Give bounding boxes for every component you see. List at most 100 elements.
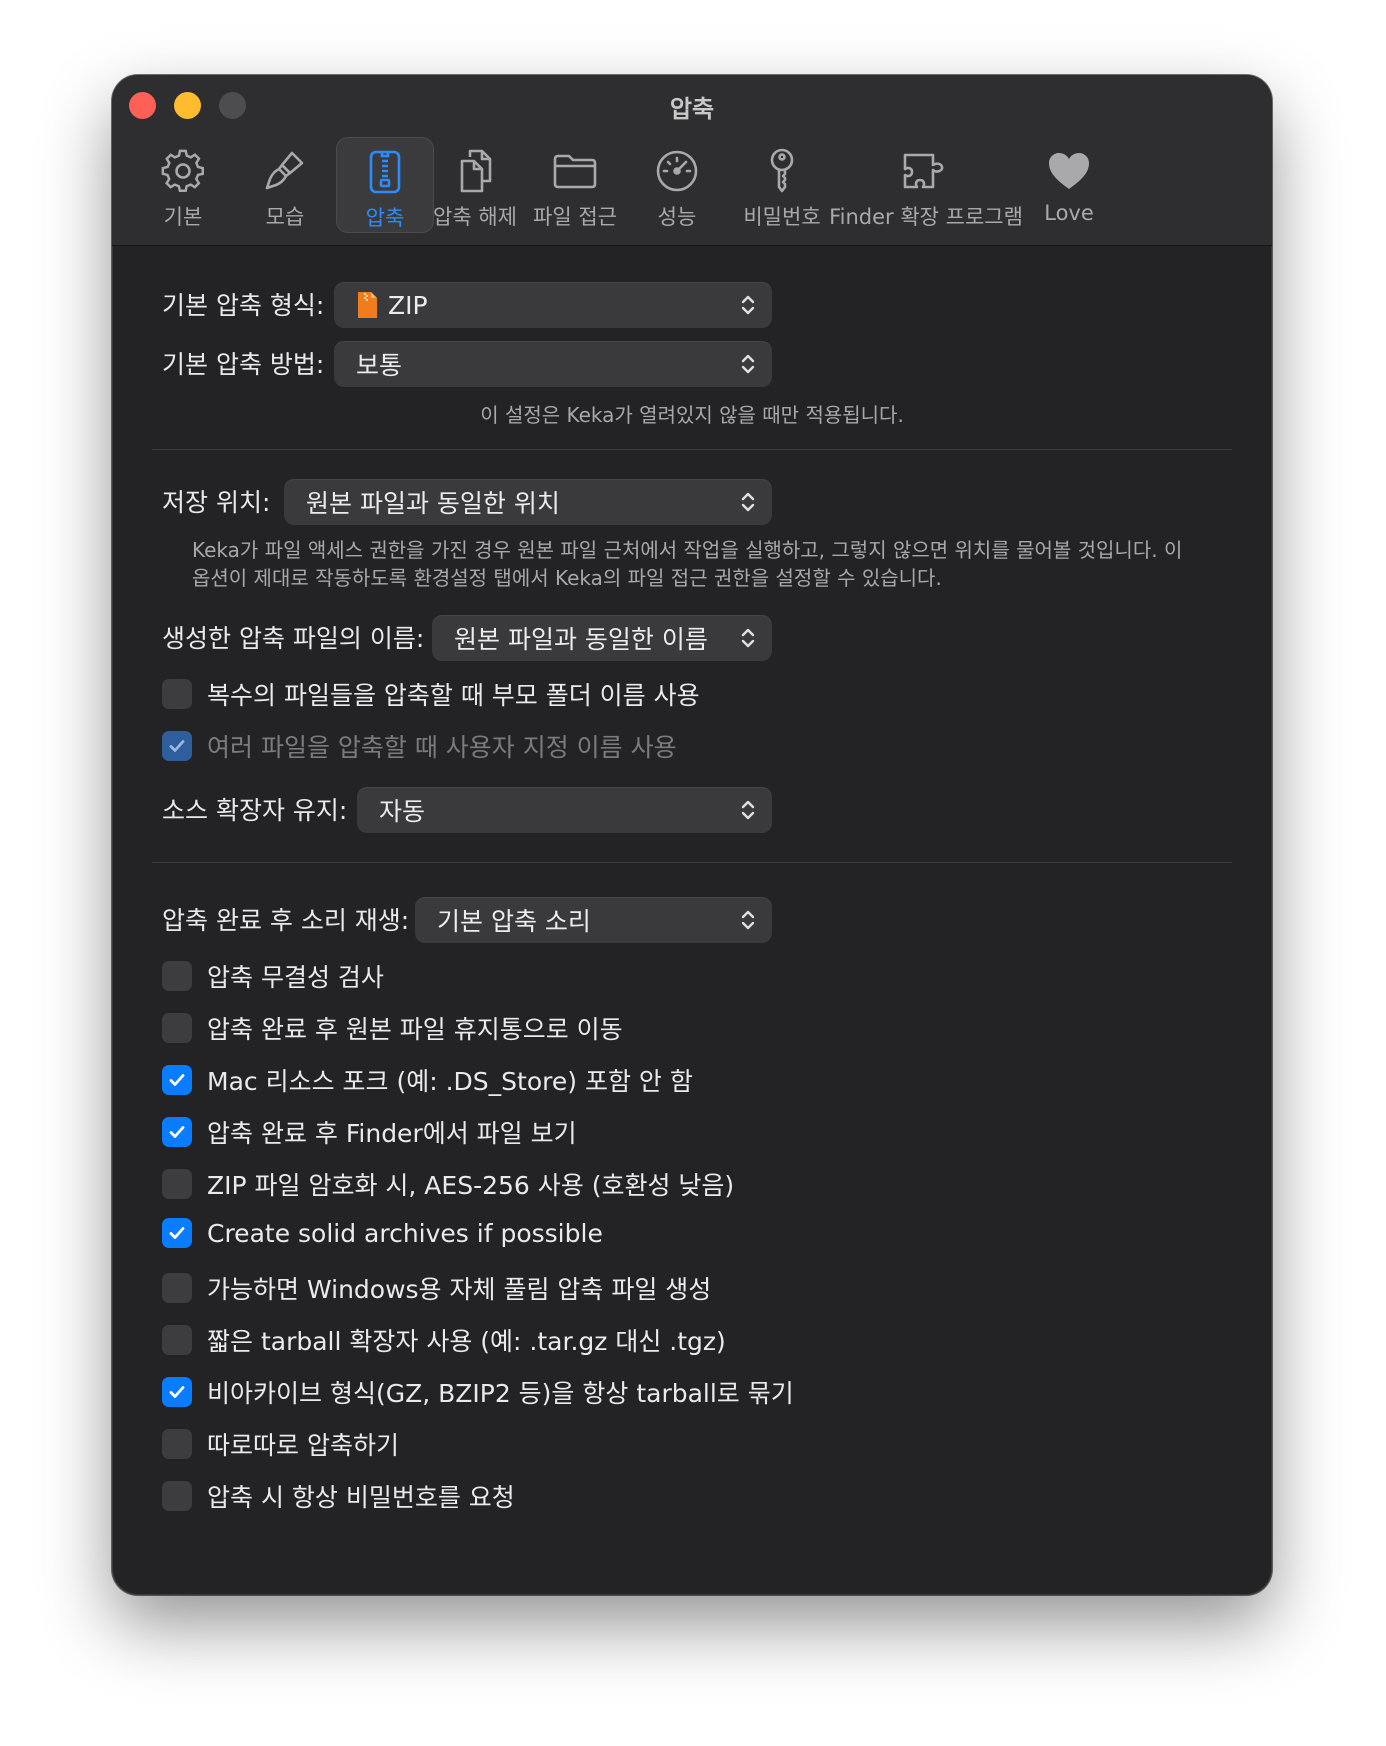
archive-name-value: 원본 파일과 동일한 이름 bbox=[454, 625, 708, 654]
tab-password[interactable]: 비밀번호 bbox=[737, 137, 827, 233]
checkbox-label: 여러 파일을 압축할 때 사용자 지정 이름 사용 bbox=[207, 733, 677, 762]
archive-name-label: 생성한 압축 파일의 이름: bbox=[162, 624, 425, 653]
tab-love[interactable]: Love bbox=[1034, 137, 1104, 233]
tab-label: 기본 bbox=[163, 205, 203, 229]
option-checkbox[interactable]: 가능하면 Windows용 자체 풀림 압축 파일 생성 bbox=[162, 1270, 711, 1306]
archive-zipper-icon bbox=[357, 144, 413, 200]
tab-label: 모습 bbox=[265, 205, 305, 229]
checkbox[interactable] bbox=[162, 1481, 192, 1511]
checkbox[interactable] bbox=[162, 961, 192, 991]
tab-general[interactable]: 기본 bbox=[145, 137, 221, 233]
checkbox-label: 압축 시 항상 비밀번호를 요청 bbox=[207, 1483, 515, 1512]
note-line: Keka가 파일 액세스 권한을 가진 경우 원본 파일 근처에서 작업을 실행… bbox=[192, 538, 1183, 562]
option-checkbox[interactable]: 압축 시 항상 비밀번호를 요청 bbox=[162, 1478, 515, 1514]
checkbox-label: Mac 리소스 포크 (예: .DS_Store) 포함 안 함 bbox=[207, 1067, 693, 1096]
tab-label: Love bbox=[1044, 201, 1094, 225]
checkbox[interactable] bbox=[162, 1117, 192, 1147]
checkbox-label: Create solid archives if possible bbox=[207, 1218, 603, 1248]
method-label: 기본 압축 방법: bbox=[162, 350, 325, 379]
chevron-up-down-icon bbox=[741, 628, 755, 648]
tab-label: 파일 접근 bbox=[533, 205, 617, 229]
zip-file-icon bbox=[358, 292, 377, 318]
keep-extension-label: 소스 확장자 유지: bbox=[162, 796, 348, 825]
keep-extension-value: 자동 bbox=[379, 797, 426, 826]
preferences-toolbar: 기본 모습 압축 압축 해제 파일 접근 성능 비밀번호 Finder 확장 프… bbox=[112, 137, 1272, 237]
checkbox[interactable] bbox=[162, 1429, 192, 1459]
checkbox[interactable] bbox=[162, 1169, 192, 1199]
custom-name-checkbox: 여러 파일을 압축할 때 사용자 지정 이름 사용 bbox=[162, 728, 677, 764]
tab-compression[interactable]: 압축 bbox=[336, 137, 434, 233]
save-location-label: 저장 위치: bbox=[162, 488, 271, 517]
sound-popup[interactable]: 기본 압축 소리 bbox=[415, 897, 772, 943]
sound-label: 압축 완료 후 소리 재생: bbox=[162, 906, 410, 935]
tab-file-access[interactable]: 파일 접근 bbox=[532, 137, 618, 233]
folder-icon bbox=[547, 143, 603, 199]
checkbox[interactable] bbox=[162, 1377, 192, 1407]
checkbox[interactable] bbox=[162, 1013, 192, 1043]
checkbox-label: 압축 완료 후 Finder에서 파일 보기 bbox=[207, 1119, 577, 1148]
option-checkbox[interactable]: 비아카이브 형식(GZ, BZIP2 등)을 항상 tarball로 묶기 bbox=[162, 1374, 794, 1410]
save-location-note: Keka가 파일 액세스 권한을 가진 경우 원본 파일 근처에서 작업을 실행… bbox=[192, 536, 1232, 592]
compression-settings: 기본 압축 형식: ZIP 기본 압축 방법: 보통 이 설정은 Keka가 열… bbox=[112, 246, 1272, 1595]
tab-appearance[interactable]: 모습 bbox=[245, 137, 325, 233]
checkbox-label: 압축 무결성 검사 bbox=[207, 963, 384, 992]
checkbox-label: 짧은 tarball 확장자 사용 (예: .tar.gz 대신 .tgz) bbox=[207, 1327, 726, 1356]
checkbox-label: 따로따로 압축하기 bbox=[207, 1431, 399, 1460]
option-checkbox[interactable]: Create solid archives if possible bbox=[162, 1218, 603, 1248]
note-line: 옵션이 제대로 작동하도록 환경설정 탭에서 Keka의 파일 접근 권한을 설… bbox=[192, 566, 942, 590]
option-checkbox[interactable]: 짧은 tarball 확장자 사용 (예: .tar.gz 대신 .tgz) bbox=[162, 1322, 726, 1358]
checkbox[interactable] bbox=[162, 1273, 192, 1303]
checkmark-icon bbox=[169, 1126, 185, 1138]
checkbox[interactable] bbox=[162, 679, 192, 709]
option-checkbox[interactable]: 압축 완료 후 Finder에서 파일 보기 bbox=[162, 1114, 577, 1150]
gear-icon bbox=[155, 143, 211, 199]
checkmark-icon bbox=[169, 1386, 185, 1398]
checkbox-label: 압축 완료 후 원본 파일 휴지통으로 이동 bbox=[207, 1015, 623, 1044]
option-checkbox[interactable]: 압축 무결성 검사 bbox=[162, 958, 384, 994]
divider bbox=[152, 449, 1232, 450]
checkbox-label: 비아카이브 형식(GZ, BZIP2 등)을 항상 tarball로 묶기 bbox=[207, 1379, 794, 1408]
tab-performance[interactable]: 성능 bbox=[642, 137, 712, 233]
tab-finder-extension[interactable]: Finder 확장 프로그램 bbox=[829, 137, 1023, 233]
window-title: 압축 bbox=[669, 95, 715, 123]
format-label: 기본 압축 형식: bbox=[162, 291, 325, 320]
tab-extraction[interactable]: 압축 해제 bbox=[433, 137, 517, 233]
puzzle-icon bbox=[898, 143, 954, 199]
archive-name-popup[interactable]: 원본 파일과 동일한 이름 bbox=[432, 615, 772, 661]
method-note: 이 설정은 Keka가 열려있지 않을 때만 적용됩니다. bbox=[480, 403, 904, 427]
checkmark-icon bbox=[169, 1074, 185, 1086]
format-popup[interactable]: ZIP bbox=[334, 282, 772, 328]
checkbox[interactable] bbox=[162, 1218, 192, 1248]
checkbox[interactable] bbox=[162, 1325, 192, 1355]
checkmark-icon bbox=[169, 1227, 185, 1239]
option-checkbox[interactable]: ZIP 파일 암호화 시, AES-256 사용 (호환성 낮음) bbox=[162, 1166, 734, 1202]
paintbrush-icon bbox=[257, 143, 313, 199]
heart-icon bbox=[1041, 143, 1097, 199]
method-popup[interactable]: 보통 bbox=[334, 341, 772, 387]
checkbox bbox=[162, 731, 192, 761]
option-checkbox[interactable]: Mac 리소스 포크 (예: .DS_Store) 포함 안 함 bbox=[162, 1062, 693, 1098]
chevron-up-down-icon bbox=[741, 354, 755, 374]
preferences-window: 압축 기본 모습 압축 압축 해제 파일 접근 성능 비밀번호 Finder 확… bbox=[112, 75, 1272, 1595]
chevron-up-down-icon bbox=[741, 910, 755, 930]
option-checkbox[interactable]: 따로따로 압축하기 bbox=[162, 1426, 399, 1462]
option-checkbox[interactable]: 압축 완료 후 원본 파일 휴지통으로 이동 bbox=[162, 1010, 623, 1046]
tab-label: Finder 확장 프로그램 bbox=[829, 205, 1023, 229]
parent-folder-name-checkbox[interactable]: 복수의 파일들을 압축할 때 부모 폴더 이름 사용 bbox=[162, 676, 700, 712]
save-location-value: 원본 파일과 동일한 위치 bbox=[306, 489, 560, 518]
checkbox-label: 복수의 파일들을 압축할 때 부모 폴더 이름 사용 bbox=[207, 681, 700, 710]
tab-label: 비밀번호 bbox=[743, 205, 821, 229]
save-location-popup[interactable]: 원본 파일과 동일한 위치 bbox=[284, 479, 772, 525]
checkmark-icon bbox=[169, 740, 185, 752]
divider bbox=[152, 862, 1232, 863]
chevron-up-down-icon bbox=[741, 295, 755, 315]
tab-label: 압축 해제 bbox=[433, 205, 517, 229]
chevron-up-down-icon bbox=[741, 800, 755, 820]
keep-extension-popup[interactable]: 자동 bbox=[357, 787, 772, 833]
checkbox-label: 가능하면 Windows용 자체 풀림 압축 파일 생성 bbox=[207, 1275, 712, 1304]
tab-label: 성능 bbox=[657, 205, 697, 229]
checkbox[interactable] bbox=[162, 1065, 192, 1095]
documents-icon bbox=[447, 143, 503, 199]
method-value: 보통 bbox=[356, 351, 403, 380]
checkbox-label: ZIP 파일 암호화 시, AES-256 사용 (호환성 낮음) bbox=[207, 1171, 735, 1200]
